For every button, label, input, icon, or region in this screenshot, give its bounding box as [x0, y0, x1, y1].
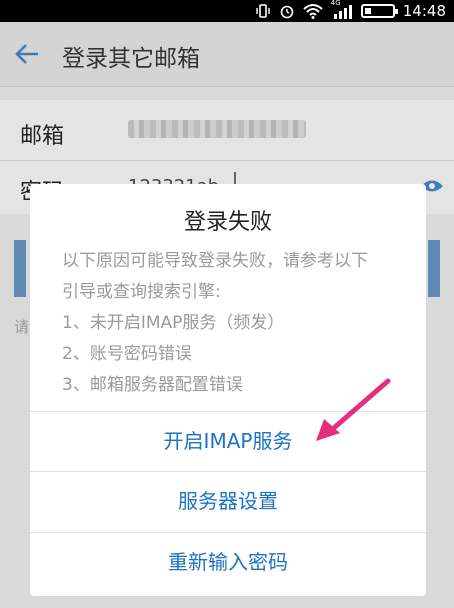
- dialog-title: 登录失败: [183, 210, 272, 235]
- back-arrow-icon[interactable]: [14, 42, 40, 66]
- alarm-icon: [280, 5, 294, 19]
- login-button-edge-left[interactable]: [14, 240, 26, 297]
- signal-icon: [333, 5, 352, 19]
- wifi-icon: [303, 4, 323, 19]
- server-settings-button[interactable]: 服务器设置: [30, 472, 426, 530]
- message-line: 引导或查询搜索引擎:: [62, 282, 221, 302]
- page-title: 登录其它邮箱: [62, 46, 200, 72]
- login-button-edge-right[interactable]: [428, 240, 440, 297]
- signal-indicator: 4G: [331, 0, 353, 19]
- hint-text-fragment: 请: [14, 318, 30, 336]
- annotation-arrow-icon: [316, 378, 391, 441]
- message-line: 2、账号密码错误: [62, 344, 192, 364]
- field-divider: [0, 160, 454, 161]
- email-label: 邮箱: [20, 124, 65, 149]
- app-bar: 登录其它邮箱: [0, 22, 454, 87]
- message-line: 以下原因可能导致登录失败，请参考以下: [62, 251, 368, 271]
- battery-icon: [360, 4, 398, 18]
- reenter-password-button[interactable]: 重新输入密码: [30, 533, 426, 591]
- vibrate-icon: [256, 4, 270, 18]
- clock: 14:48: [402, 2, 446, 20]
- status-bar: 4G 14:48: [0, 0, 454, 22]
- message-line: 1、未开启IMAP服务（频发）: [62, 313, 285, 333]
- email-field-blurred[interactable]: [128, 120, 306, 138]
- status-icons: 4G 14:48: [255, 0, 446, 21]
